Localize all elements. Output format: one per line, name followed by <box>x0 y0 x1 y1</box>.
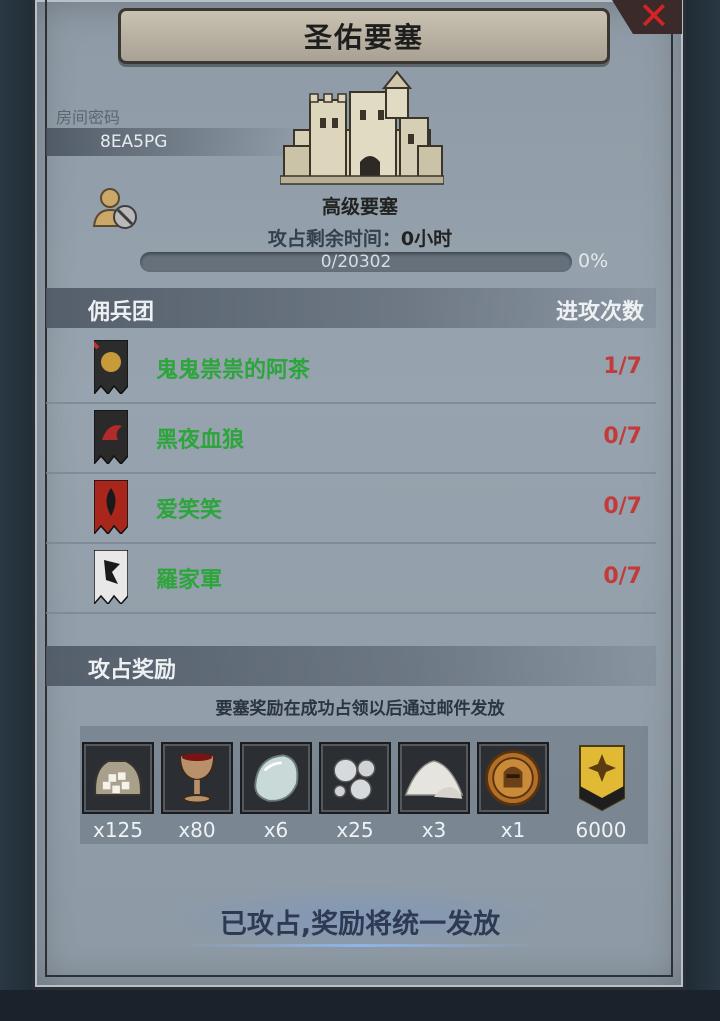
guild-banner-icon <box>94 480 128 534</box>
reward-count: x1 <box>500 818 526 842</box>
right-background <box>684 0 720 1021</box>
room-code-bar <box>46 128 306 156</box>
gold-badge-icon <box>579 745 625 812</box>
room-code: 8EA5PG <box>100 132 168 152</box>
attack-count: 1/7 <box>603 354 642 379</box>
castle-icon <box>279 70 445 188</box>
guild-banner-icon <box>94 340 128 394</box>
mercenary-name: 鬼鬼祟祟的阿茶 <box>156 358 311 383</box>
sugar-sack-icon <box>94 760 142 796</box>
claim-status-text: 已攻占,奖励将统一发放 <box>219 909 501 940</box>
capture-time-row: 攻占剩余时间：0小时 <box>0 224 720 251</box>
reward-item[interactable] <box>566 742 638 814</box>
progress-text: 0/20302 <box>320 252 392 272</box>
reward-item[interactable] <box>319 742 391 814</box>
attack-count: 0/7 <box>603 564 642 589</box>
progress-percent: 0% <box>578 250 609 272</box>
bottom-edge <box>0 990 720 1021</box>
reward-count: x25 <box>336 818 374 842</box>
salt-pile-icon <box>404 760 464 799</box>
attack-count: 0/7 <box>603 424 642 449</box>
close-icon[interactable]: ✕ <box>638 0 670 38</box>
reward-count: x125 <box>92 818 143 842</box>
reward-count: x3 <box>421 818 447 842</box>
guild-banner-icon <box>94 410 128 464</box>
reward-item[interactable] <box>398 742 470 814</box>
page-title: 圣佑要塞 <box>303 21 424 54</box>
claim-glow-line <box>174 944 546 947</box>
capture-time-label: 攻占剩余时间： <box>267 228 401 250</box>
pearls-icon <box>333 758 376 801</box>
attack-count: 0/7 <box>603 494 642 519</box>
reward-item[interactable] <box>161 742 233 814</box>
attack-count-title: 进攻次数 <box>555 300 644 325</box>
capture-time-value: 0小时 <box>400 228 453 250</box>
reward-note: 要塞奖励在成功占领以后通过邮件发放 <box>215 699 505 719</box>
capture-progress-bar: 0/20302 <box>140 252 572 272</box>
fortress-level: 高级要塞 <box>321 196 398 218</box>
reward-item[interactable] <box>477 742 549 814</box>
reward-item[interactable] <box>82 742 154 814</box>
room-password-label: 房间密码 <box>56 108 121 127</box>
reward-title: 攻占奖励 <box>88 658 177 683</box>
mercenary-row[interactable]: 爱笑笑 0/7 <box>46 474 656 544</box>
guild-banner-icon <box>94 550 128 604</box>
mercenary-name: 爱笑笑 <box>156 498 223 523</box>
reward-count: 6000 <box>575 818 627 842</box>
mercenary-name: 黑夜血狼 <box>156 428 245 453</box>
mercenary-name: 羅家軍 <box>156 568 223 593</box>
reward-count: x80 <box>178 818 216 842</box>
mercenary-row[interactable]: 黑夜血狼 0/7 <box>46 404 656 474</box>
reward-item[interactable] <box>240 742 312 814</box>
knight-medal-icon <box>485 750 541 806</box>
mercenary-row[interactable]: 羅家軍 0/7 <box>46 544 656 614</box>
reward-count: x6 <box>263 818 289 842</box>
goblet-icon <box>179 753 215 804</box>
mercenary-title: 佣兵团 <box>88 300 155 325</box>
title-bar: 圣佑要塞 <box>118 8 610 64</box>
moonstone-icon <box>254 754 299 802</box>
mercenary-row[interactable]: 鬼鬼祟祟的阿茶 1/7 <box>46 334 656 404</box>
